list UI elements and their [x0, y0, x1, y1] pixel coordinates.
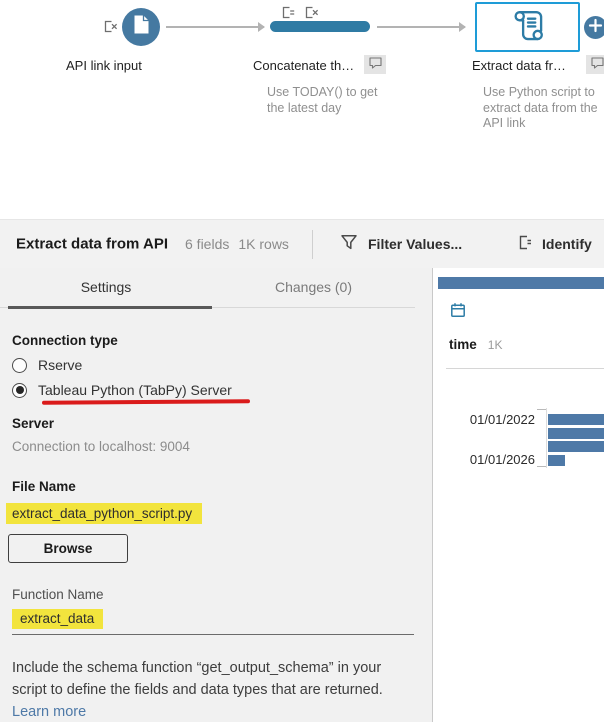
radio-tabpy[interactable]: Tableau Python (TabPy) Server [12, 382, 432, 398]
histogram-bar[interactable] [548, 441, 604, 452]
step-meta: 6 fields 1K rows [185, 236, 289, 252]
file-name-label: File Name [12, 478, 76, 494]
calendar-date-type-icon[interactable] [450, 302, 466, 323]
document-lines-icon [517, 234, 532, 254]
learn-more-link[interactable]: Learn more [12, 704, 86, 720]
flow-node-concatenate[interactable] [270, 21, 370, 32]
field-count: 1K [487, 338, 503, 352]
settings-panel: Settings Changes (0) Connection type Rse… [0, 268, 432, 722]
histogram-bar[interactable] [548, 427, 604, 439]
radio-rserve-label: Rserve [38, 357, 83, 373]
radio-rserve[interactable]: Rserve [12, 357, 432, 373]
connection-type-label: Connection type [12, 333, 118, 348]
add-step-button[interactable] [584, 16, 604, 39]
tableau-prep-window: API link input Concatenate th… Extract d… [0, 0, 604, 722]
browse-button[interactable]: Browse [8, 533, 128, 563]
flow-node-label-concatenate: Concatenate th… [253, 58, 355, 73]
field-header[interactable]: time 1K [449, 337, 502, 352]
active-tab-indicator [8, 306, 212, 309]
funnel-icon [340, 234, 358, 254]
toolbar-divider [312, 230, 313, 259]
flow-caption-script: Use Python script to extract data from t… [483, 85, 598, 130]
field-divider [446, 368, 604, 369]
red-annotation-underline [41, 399, 251, 405]
function-name-value: extract_data [12, 608, 104, 629]
histogram-axis-line [546, 408, 547, 468]
tab-settings[interactable]: Settings [0, 268, 212, 307]
schema-note: Include the schema function “get_output_… [12, 657, 408, 722]
file-name-value: extract_data_python_script.py [6, 502, 203, 524]
identify-button[interactable]: Identify [517, 234, 592, 254]
flow-node-script-selected[interactable] [475, 2, 580, 52]
field-name: time [449, 337, 477, 352]
identify-label: Identify [542, 236, 592, 252]
schema-note-text: Include the schema function “get_output_… [12, 659, 383, 698]
histogram-bar[interactable] [548, 414, 604, 425]
filter-values-label: Filter Values... [368, 236, 463, 252]
histogram-tick [537, 466, 546, 467]
radio-circle-unselected[interactable] [12, 357, 27, 373]
speech-bubble-icon [590, 56, 604, 74]
plus-icon [584, 14, 604, 42]
server-connection-value: Connection to localhost: 9004 [12, 438, 190, 454]
comment-bubble-concatenate[interactable] [364, 55, 386, 74]
histogram-label-first: 01/01/2022 [469, 412, 535, 427]
step-title: Extract data from API [16, 235, 168, 253]
remove-field-icon[interactable] [103, 19, 118, 39]
flow-caption-concatenate: Use TODAY() to get the latest day [267, 85, 378, 115]
speech-bubble-icon [368, 56, 382, 74]
tab-changes[interactable]: Changes (0) [212, 268, 415, 307]
flow-node-label-script: Extract data fr… [472, 58, 566, 73]
step-toolbar: Extract data from API 6 fields 1K rows F… [0, 219, 604, 268]
fields-count: 6 fields [185, 236, 230, 252]
radio-tabpy-label: Tableau Python (TabPy) Server [38, 382, 232, 398]
document-icon [133, 14, 150, 40]
flow-connector-arrow [166, 22, 265, 32]
filter-values-button[interactable]: Filter Values... [340, 234, 462, 254]
histogram-label-last: 01/01/2026 [469, 452, 535, 467]
histogram-tick [537, 409, 546, 410]
comment-bubble-script[interactable] [586, 55, 604, 74]
flow-node-label-input: API link input [66, 58, 142, 73]
field-card-selected-strip[interactable] [438, 277, 604, 289]
radio-circle-selected[interactable] [12, 382, 27, 398]
histogram-bar[interactable] [548, 454, 565, 466]
flow-canvas: API link input Concatenate th… Extract d… [0, 0, 604, 219]
profile-pane: time 1K 01/01/2022 01/01/2026 [432, 268, 604, 722]
rows-count: 1K rows [238, 236, 289, 252]
flow-node-api-link-input[interactable] [122, 8, 160, 46]
flow-connector-arrow [377, 22, 466, 32]
function-name-input[interactable]: extract_data [12, 602, 414, 635]
server-label: Server [12, 415, 55, 431]
function-name-label: Function Name [12, 586, 104, 602]
script-scroll-icon [509, 7, 546, 47]
panel-tabs: Settings Changes (0) [0, 268, 415, 309]
